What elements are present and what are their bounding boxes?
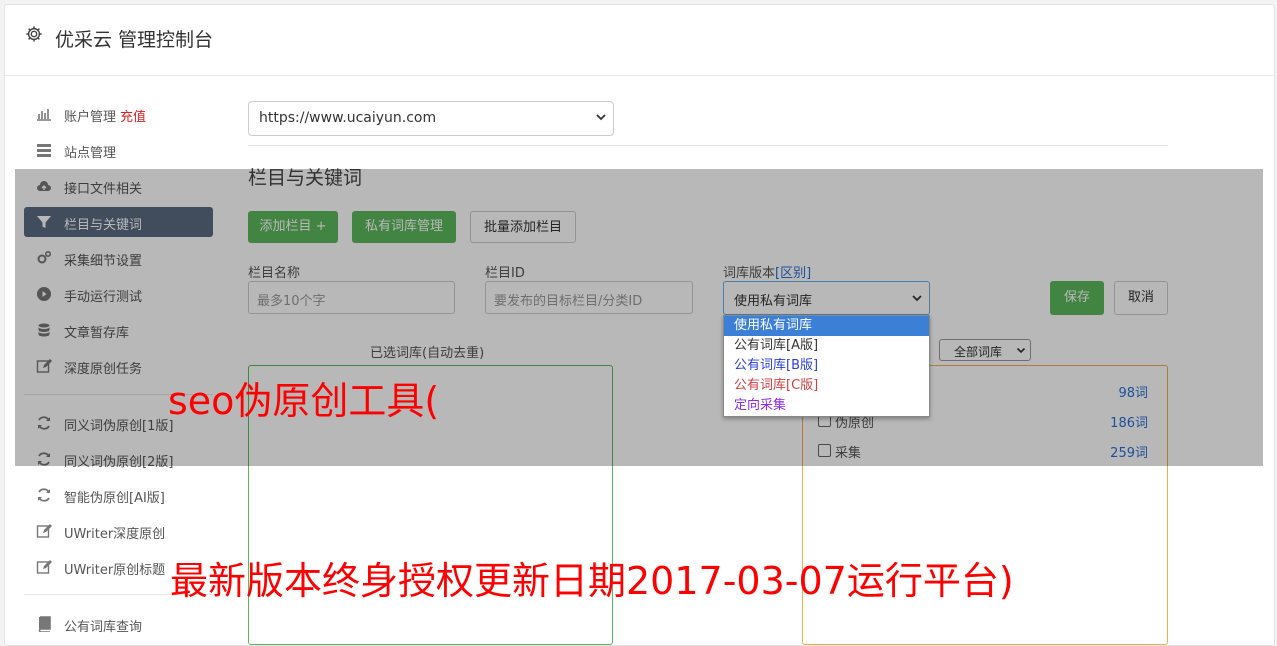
option-private-lib[interactable]: 使用私有词库	[724, 316, 929, 336]
bar-chart-icon	[37, 109, 51, 121]
sidebar-item-ai-rewrite[interactable]: 智能伪原创[AI版]	[24, 480, 213, 510]
sidebar-item-public-lib[interactable]: 公有词库查询	[24, 609, 213, 639]
watermark-line-2: 最新版本终身授权更新日期2017-03-07运行平台)	[170, 559, 1014, 603]
lib-version-dropdown: 使用私有词库 公有词库[A版] 公有词库[B版] 公有词库[C版] 定向采集	[723, 315, 930, 417]
server-icon	[37, 144, 51, 157]
sidebar-item-label: UWriter原创标题	[64, 563, 166, 578]
refresh-icon	[38, 488, 50, 502]
sidebar-item-uwriter-deep[interactable]: UWriter深度原创	[24, 516, 213, 546]
chevron-down-icon	[596, 114, 606, 121]
sidebar-item-account[interactable]: 账户管理 充值	[24, 99, 213, 129]
sidebar-item-label: 公有词库查询	[64, 620, 143, 635]
option-directed[interactable]: 定向采集	[724, 396, 929, 416]
gear-icon	[26, 26, 42, 42]
site-select-value: https://www.ucaiyun.com	[259, 110, 437, 126]
sidebar-item-label: 站点管理	[64, 146, 117, 161]
sidebar-item-label: 账户管理	[64, 110, 117, 125]
site-select[interactable]: https://www.ucaiyun.com	[248, 101, 614, 136]
option-public-c[interactable]: 公有词库[C版]	[724, 376, 929, 396]
option-public-a[interactable]: 公有词库[A版]	[724, 336, 929, 356]
sidebar-item-sites[interactable]: 站点管理	[24, 135, 213, 165]
page-title: 优采云 管理控制台	[55, 29, 214, 51]
divider	[248, 145, 1168, 146]
console-header: 优采云 管理控制台	[5, 5, 1274, 76]
sidebar-item-label: UWriter深度原创	[64, 527, 166, 542]
edit-icon	[36, 524, 52, 538]
book-icon	[38, 616, 51, 632]
sidebar-item-label: 智能伪原创[AI版]	[64, 491, 165, 506]
option-public-b[interactable]: 公有词库[B版]	[724, 356, 929, 376]
watermark-line-1: seo伪原创工具(	[168, 379, 440, 423]
edit-icon	[36, 560, 52, 574]
recharge-link[interactable]: 充值	[120, 110, 146, 125]
